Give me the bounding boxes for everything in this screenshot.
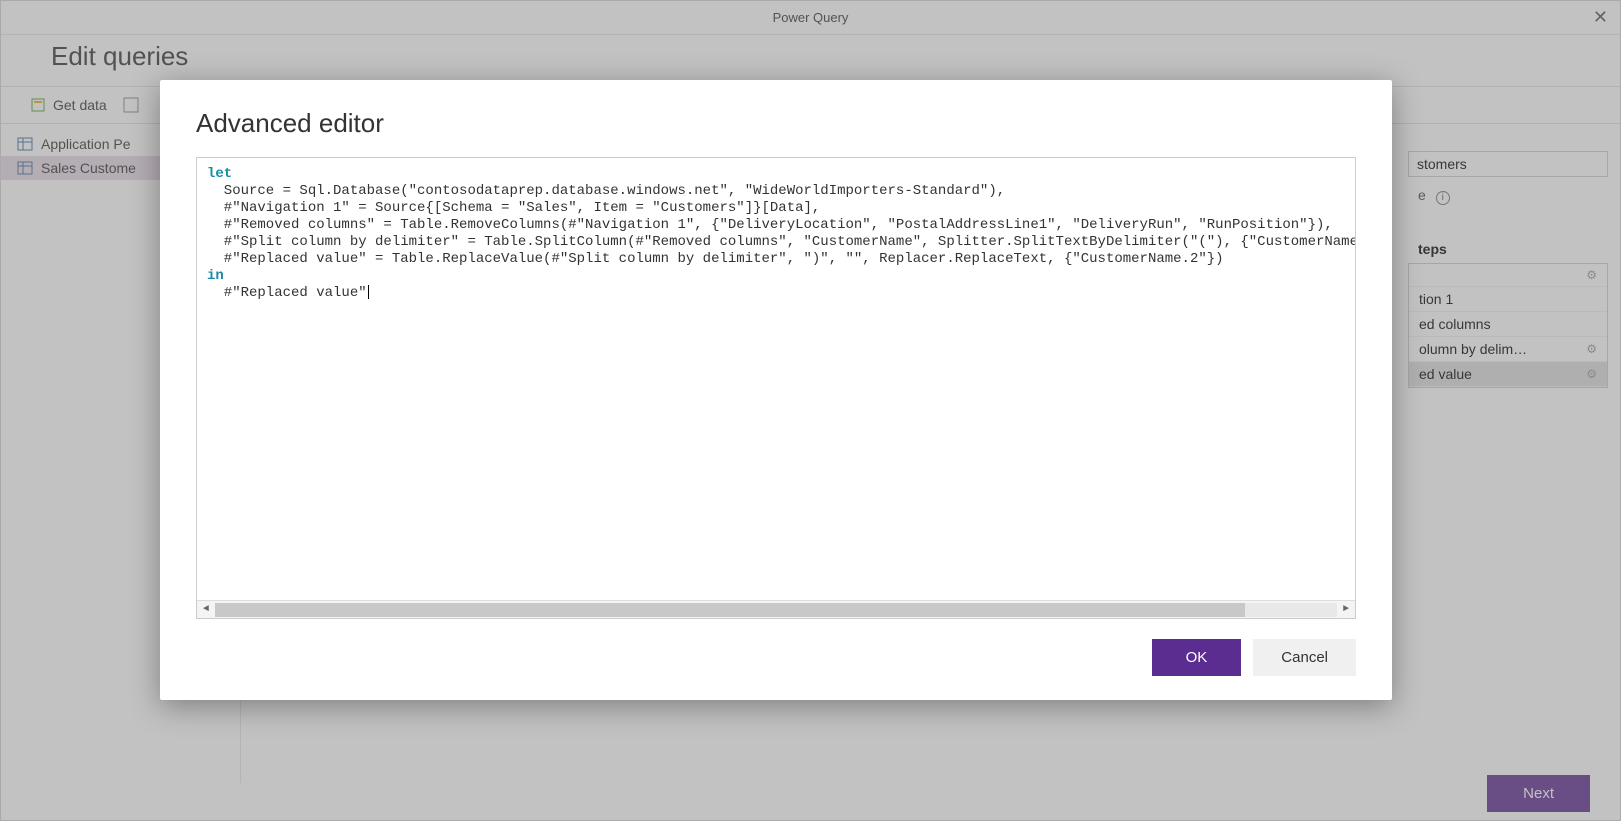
code-editor[interactable]: let Source = Sql.Database("contosodatapr…: [196, 157, 1356, 619]
close-icon[interactable]: ✕: [1593, 7, 1608, 28]
text-caret: [368, 285, 369, 299]
info-row: e i: [1408, 181, 1608, 211]
step-item[interactable]: tion 1: [1409, 287, 1607, 312]
gear-icon[interactable]: ⚙: [1586, 367, 1597, 381]
page-title: Edit queries: [1, 35, 1620, 86]
footer: Next: [1487, 775, 1590, 812]
info-icon[interactable]: i: [1436, 191, 1450, 205]
dialog-buttons: OK Cancel: [196, 639, 1356, 676]
step-item[interactable]: ⚙: [1409, 264, 1607, 287]
code-text[interactable]: let Source = Sql.Database("contosodatapr…: [197, 158, 1355, 600]
step-item[interactable]: ed columns: [1409, 312, 1607, 337]
window-titlebar: Power Query ✕: [1, 1, 1620, 35]
query-settings-pane: stomers e i teps ⚙ tion 1 ed columns olu…: [1408, 151, 1608, 388]
name-field-fragment: stomers: [1408, 151, 1608, 177]
query-label: Sales Custome: [41, 160, 136, 176]
get-data-button[interactable]: Get data: [31, 97, 107, 113]
horizontal-scrollbar[interactable]: ◄ ►: [197, 600, 1355, 618]
cancel-button[interactable]: Cancel: [1253, 639, 1356, 676]
step-item[interactable]: olumn by delim…⚙: [1409, 337, 1607, 362]
query-label: Application Pe: [41, 136, 131, 152]
ok-button[interactable]: OK: [1152, 639, 1242, 676]
scroll-thumb[interactable]: [215, 603, 1245, 617]
table-icon: [17, 136, 33, 152]
dialog-title: Advanced editor: [196, 108, 1356, 139]
gear-icon[interactable]: ⚙: [1586, 268, 1597, 282]
gear-icon[interactable]: ⚙: [1586, 342, 1597, 356]
data-icon: [31, 97, 47, 113]
next-button[interactable]: Next: [1487, 775, 1590, 812]
step-item[interactable]: ed value⚙: [1409, 362, 1607, 387]
table-icon: [17, 160, 33, 176]
window-title: Power Query: [773, 10, 849, 25]
get-data-label: Get data: [53, 97, 107, 113]
scroll-left-icon[interactable]: ◄: [197, 604, 215, 615]
scroll-track[interactable]: [215, 603, 1337, 617]
scroll-right-icon[interactable]: ►: [1337, 604, 1355, 615]
advanced-editor-dialog: Advanced editor let Source = Sql.Databas…: [160, 80, 1392, 700]
applied-steps-list: ⚙ tion 1 ed columns olumn by delim…⚙ ed …: [1408, 263, 1608, 388]
toolbar-icon[interactable]: [123, 97, 139, 113]
applied-steps-title: teps: [1408, 235, 1608, 263]
